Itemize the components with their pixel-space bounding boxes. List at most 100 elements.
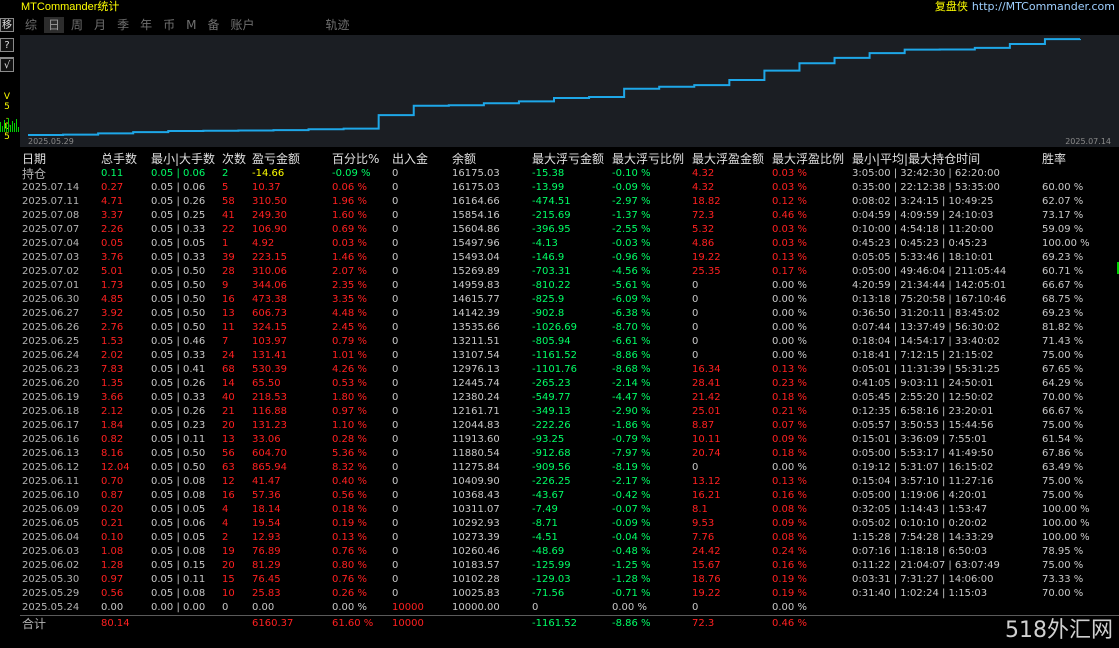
cell-col-11: 0.00 %	[772, 322, 807, 333]
cell-col-1: 0.10	[101, 532, 124, 543]
table-row: 2025.06.26 2.76 0.05 | 0.50 11 324.15 2.45 % 0…	[20, 321, 1119, 335]
tab-10[interactable]: 轨迹	[322, 17, 354, 33]
equity-line	[28, 38, 1081, 136]
cell-col-1: 2.76	[101, 322, 124, 333]
cell-col-4: 6160.37	[252, 618, 294, 629]
cell-col-8: -1026.69	[532, 322, 577, 333]
cell-col-6: 0	[392, 504, 399, 515]
tab-2[interactable]: 周	[67, 17, 87, 33]
cell-col-0: 2025.06.16	[22, 434, 80, 445]
tab-9[interactable]: 账户	[226, 17, 258, 33]
side-bar	[10, 125, 11, 132]
cell-col-1: 3.66	[101, 392, 124, 403]
table-row: 2025.07.03 3.76 0.05 | 0.33 39 223.15 1.46 % 0…	[20, 251, 1119, 265]
brand-name: 复盘侠	[934, 0, 968, 13]
cell-col-5: 1.96 %	[332, 196, 367, 207]
cell-col-13: 69.23 %	[1042, 252, 1084, 263]
cell-col-11: 0.18 %	[772, 392, 807, 403]
cell-col-6: 0	[392, 532, 399, 543]
cell-col-12: 4:20:59 | 21:34:44 | 142:05:01	[852, 280, 1007, 291]
equity-chart-svg	[28, 38, 1081, 136]
cell-col-6: 0	[392, 336, 399, 347]
cell-col-2: 0.05 | 0.33	[151, 252, 206, 263]
cell-col-10: 15.67	[692, 560, 721, 571]
cell-col-1: 2.02	[101, 350, 124, 361]
cell-col-9: -6.38 %	[612, 308, 651, 319]
cell-col-11: 0.17 %	[772, 266, 807, 277]
brand-link[interactable]: 复盘侠 http://MTCommander.com	[935, 0, 1115, 14]
cell-col-9: -0.03 %	[612, 238, 651, 249]
cell-col-3: 63	[222, 462, 235, 473]
cell-col-7: 10025.83	[452, 588, 500, 599]
cell-col-5: 2.35 %	[332, 280, 367, 291]
tab-5[interactable]: 年	[136, 17, 156, 33]
cell-col-8: -265.23	[532, 378, 571, 389]
tab-1[interactable]: 日	[44, 17, 65, 33]
cell-col-13: 100.00 %	[1042, 532, 1090, 543]
cell-col-9: -8.86 %	[612, 350, 651, 361]
cell-col-0: 2025.05.30	[22, 574, 80, 585]
side-bar	[16, 119, 17, 132]
cell-col-1: 0.27	[101, 182, 124, 193]
cell-col-10: 4.32	[692, 182, 715, 193]
tab-6[interactable]: 币	[159, 17, 179, 33]
table-row: 2025.06.02 1.28 0.05 | 0.15 20 81.29 0.80 % 0 1…	[20, 559, 1119, 573]
cell-col-8: -349.13	[532, 406, 571, 417]
table-row: 2025.06.24 2.02 0.05 | 0.33 24 131.41 1.01 % 0…	[20, 349, 1119, 363]
cell-col-6: 0	[392, 294, 399, 305]
cell-col-1: 0.05	[101, 238, 124, 249]
cell-col-7: 余额	[452, 152, 477, 166]
watermark: 518外汇网	[1005, 618, 1113, 643]
confirm-button[interactable]: √	[0, 58, 14, 72]
side-bar	[2, 126, 3, 132]
cell-col-10: 72.3	[692, 618, 715, 629]
cell-col-7: 12044.83	[452, 420, 500, 431]
cell-col-4: 604.70	[252, 448, 287, 459]
help-button[interactable]: ?	[0, 38, 14, 52]
cell-col-2: 0.05 | 0.23	[151, 420, 206, 431]
cell-col-9: -8.19 %	[612, 462, 651, 473]
table-row: 2025.05.24 0.00 0.00 | 0.00 0 0.00 0.00 % 1000…	[20, 601, 1119, 615]
cell-col-6: 10000	[392, 618, 424, 629]
tab-8[interactable]: 备	[203, 17, 223, 33]
cell-col-1: 1.08	[101, 546, 124, 557]
cell-col-2: 0.05 | 0.50	[151, 294, 206, 305]
cell-col-0: 2025.07.01	[22, 280, 80, 291]
cell-col-9: -0.96 %	[612, 252, 651, 263]
table-row: 2025.06.05 0.21 0.05 | 0.06 4 19.54 0.19 % 0 10…	[20, 517, 1119, 531]
cell-col-3: 39	[222, 252, 235, 263]
cell-col-11: 0.07 %	[772, 420, 807, 431]
cell-col-2: 0.05 | 0.26	[151, 378, 206, 389]
tab-7[interactable]: M	[182, 17, 200, 33]
cell-col-1: 2.12	[101, 406, 124, 417]
cell-col-5: 0.40 %	[332, 476, 367, 487]
cell-col-5: 0.19 %	[332, 518, 367, 529]
cell-col-7: 15269.89	[452, 266, 500, 277]
cell-col-9: -1.37 %	[612, 210, 651, 221]
move-button[interactable]: 移	[0, 18, 14, 32]
cell-col-11: 0.46 %	[772, 210, 807, 221]
cell-col-9: -0.07 %	[612, 504, 651, 515]
cell-col-0: 2025.07.03	[22, 252, 80, 263]
cell-col-8: -15.38	[532, 168, 565, 179]
cell-col-13: 60.00 %	[1042, 182, 1084, 193]
table-row: 2025.06.03 1.08 0.05 | 0.08 19 76.89 0.76 % 0 1…	[20, 545, 1119, 559]
cell-col-4: 116.88	[252, 406, 287, 417]
cell-col-8: -1161.52	[532, 350, 577, 361]
cell-col-1: 0.87	[101, 490, 124, 501]
cell-col-8: -93.25	[532, 434, 565, 445]
cell-col-13: 70.00 %	[1042, 392, 1084, 403]
cell-col-7: 15604.86	[452, 224, 500, 235]
cell-col-4: 324.15	[252, 322, 287, 333]
tab-3[interactable]: 月	[90, 17, 110, 33]
table-row: 2025.06.20 1.35 0.05 | 0.26 14 65.50 0.53 % 0 1…	[20, 377, 1119, 391]
tab-0[interactable]: 综	[21, 17, 41, 33]
cell-col-11: 0.21 %	[772, 406, 807, 417]
table-row: 2025.07.14 0.27 0.05 | 0.06 5 10.37 0.06 % 0 16…	[20, 181, 1119, 195]
brand-url[interactable]: http://MTCommander.com	[972, 0, 1115, 13]
cell-col-0: 2025.07.08	[22, 210, 80, 221]
cell-col-5: -0.09 %	[332, 168, 371, 179]
tab-4[interactable]: 季	[113, 17, 133, 33]
cell-col-1: 2.26	[101, 224, 124, 235]
cell-col-5: 0.76 %	[332, 546, 367, 557]
